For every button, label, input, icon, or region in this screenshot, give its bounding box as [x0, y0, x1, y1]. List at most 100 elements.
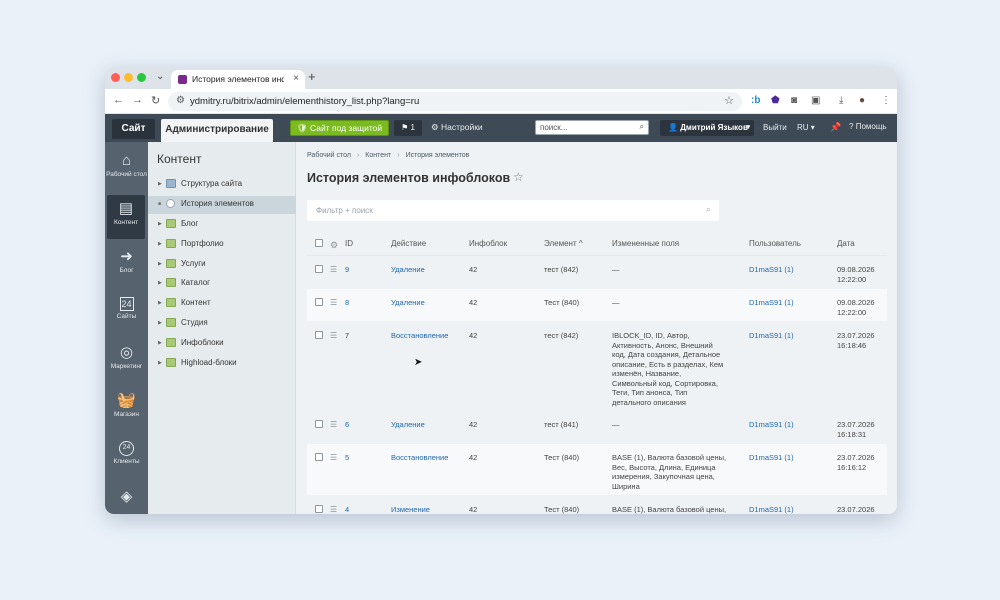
expand-triangle-icon[interactable]: ▶: [158, 360, 162, 366]
chevron-down-icon[interactable]: ▾: [746, 120, 750, 136]
tree-item-studio[interactable]: ▶ Студия: [148, 315, 296, 333]
table-row[interactable]: ☰ 4 Изменение 42 Тест (840) BASE (1), Ва…: [307, 496, 887, 514]
extensions-puzzle-icon[interactable]: ▣: [811, 95, 820, 106]
browser-tab[interactable]: История элементов инфобл... ×: [171, 70, 305, 89]
row-id[interactable]: 9: [345, 265, 349, 275]
tree-item-highload[interactable]: ▶ Highload-блоки: [148, 355, 296, 373]
nav-marketing[interactable]: ◎ Маркетинг: [105, 339, 148, 383]
column-changed-fields[interactable]: Измененные поля: [612, 239, 679, 249]
logout-link[interactable]: Выйти: [763, 123, 787, 132]
table-row[interactable]: ☰ 9 Удаление 42 тест (842) — D1maS91 (1)…: [307, 256, 887, 289]
row-checkbox[interactable]: [315, 505, 323, 513]
row-user[interactable]: D1maS91 (1): [749, 331, 794, 341]
site-info-icon[interactable]: ⚙: [176, 95, 185, 106]
row-checkbox[interactable]: [315, 453, 323, 461]
nav-sites[interactable]: 24 Сайты: [105, 291, 148, 335]
settings-button[interactable]: ⚙ Настройки: [431, 122, 483, 133]
bookmark-star-icon[interactable]: ☆: [724, 94, 734, 107]
row-menu-icon[interactable]: ☰: [330, 505, 337, 514]
row-checkbox[interactable]: [315, 420, 323, 428]
row-menu-icon[interactable]: ☰: [330, 453, 337, 462]
url-field[interactable]: ⚙ ydmitry.ru/bitrix/admin/elementhistory…: [168, 92, 742, 111]
help-button[interactable]: ? Помощь: [849, 122, 887, 131]
tree-item-content[interactable]: ▶ Контент: [148, 295, 296, 313]
row-user[interactable]: D1maS91 (1): [749, 420, 794, 430]
row-menu-icon[interactable]: ☰: [330, 420, 337, 429]
profile-avatar-icon[interactable]: ●: [859, 95, 865, 106]
row-id[interactable]: 6: [345, 420, 349, 430]
user-menu-button[interactable]: 👤 Дмитрий Языков ▾: [660, 120, 754, 136]
row-menu-icon[interactable]: ☰: [330, 298, 337, 307]
tree-item-services[interactable]: ▶ Услуги: [148, 256, 296, 274]
tree-item-catalog[interactable]: ▶ Каталог: [148, 275, 296, 293]
site-tab[interactable]: Сайт: [112, 119, 155, 139]
new-tab-button[interactable]: +: [308, 69, 316, 84]
search-icon[interactable]: ⌕: [640, 122, 644, 132]
table-row[interactable]: ☰ 7 Восстановление 42 тест (842) IBLOCK_…: [307, 322, 887, 411]
column-iblock[interactable]: Инфоблок: [469, 239, 507, 249]
row-menu-icon[interactable]: ☰: [330, 265, 337, 274]
nav-blog[interactable]: ➜ Блог: [105, 243, 148, 287]
breadcrumb-desktop[interactable]: Рабочий стол: [307, 152, 351, 159]
row-user[interactable]: D1maS91 (1): [749, 505, 794, 514]
row-checkbox[interactable]: [315, 265, 323, 273]
expand-triangle-icon[interactable]: ▶: [158, 280, 162, 286]
row-checkbox[interactable]: [315, 298, 323, 306]
table-row[interactable]: ☰ 5 Восстановление 42 Тест (840) BASE (1…: [307, 444, 887, 496]
tab-close-icon[interactable]: ×: [293, 73, 299, 84]
expand-triangle-icon[interactable]: ▶: [158, 340, 162, 346]
filter-search-input[interactable]: Фильтр + поиск ⌕: [307, 200, 719, 221]
download-icon[interactable]: ⤓: [839, 95, 843, 106]
nav-shop[interactable]: 🧺 Магазин: [105, 387, 148, 431]
notifications-button[interactable]: ⚑ 1: [394, 120, 422, 136]
favorite-star-icon[interactable]: ☆: [513, 170, 524, 184]
tab-list-chevron-icon[interactable]: ⌄: [156, 71, 164, 82]
table-row[interactable]: ☰ 8 Удаление 42 Тест (840) — D1maS91 (1)…: [307, 289, 887, 322]
column-date[interactable]: Дата: [837, 239, 855, 249]
row-id[interactable]: 4: [345, 505, 349, 514]
row-menu-icon[interactable]: ☰: [330, 331, 337, 340]
breadcrumb-content[interactable]: Контент: [365, 152, 391, 159]
row-action[interactable]: Удаление: [391, 265, 425, 275]
nav-clients[interactable]: 24 Клиенты: [105, 435, 148, 479]
back-icon[interactable]: ←: [113, 94, 124, 106]
expand-triangle-icon[interactable]: ▶: [158, 221, 162, 227]
maximize-window-button[interactable]: [137, 73, 146, 82]
table-row[interactable]: ☰ 6 Удаление 42 тест (841) — D1maS91 (1)…: [307, 411, 887, 444]
tree-item-blog[interactable]: ▶ Блог: [148, 216, 296, 234]
language-select[interactable]: RU ▾: [797, 123, 815, 132]
expand-triangle-icon[interactable]: ▶: [158, 261, 162, 267]
browser-menu-icon[interactable]: ⋮: [881, 95, 891, 106]
row-action[interactable]: Восстановление: [391, 331, 448, 341]
extension-badge-icon[interactable]: ⬟: [771, 95, 780, 106]
tree-item-structure[interactable]: ▶ Структура сайта: [148, 176, 296, 194]
close-window-button[interactable]: [111, 73, 120, 82]
row-action[interactable]: Удаление: [391, 420, 425, 430]
row-id[interactable]: 8: [345, 298, 349, 308]
nav-content[interactable]: ▤ Контент: [107, 195, 145, 239]
minimize-window-button[interactable]: [124, 73, 133, 82]
expand-triangle-icon[interactable]: ▶: [158, 241, 162, 247]
row-user[interactable]: D1maS91 (1): [749, 298, 794, 308]
nav-desktop[interactable]: ⌂ Рабочий стол: [105, 147, 148, 191]
row-user[interactable]: D1maS91 (1): [749, 453, 794, 463]
tree-item-history[interactable]: ■ История элементов: [148, 196, 296, 214]
admin-tab[interactable]: Администрирование: [161, 119, 273, 142]
extension-icon[interactable]: :b: [751, 95, 760, 106]
expand-triangle-icon[interactable]: ▶: [158, 320, 162, 326]
select-all-checkbox[interactable]: [315, 239, 323, 247]
nav-more[interactable]: ◈: [105, 483, 148, 514]
search-icon[interactable]: ⌕: [706, 204, 711, 215]
tree-item-iblocks[interactable]: ▶ Инфоблоки: [148, 335, 296, 353]
pin-icon[interactable]: 📌: [830, 122, 841, 133]
column-id[interactable]: ID: [345, 239, 353, 249]
reload-icon[interactable]: ↻: [151, 94, 160, 107]
row-action[interactable]: Изменение: [391, 505, 430, 514]
column-element[interactable]: Элемент ^: [544, 239, 583, 249]
row-user[interactable]: D1maS91 (1): [749, 265, 794, 275]
column-action[interactable]: Действие: [391, 239, 426, 249]
admin-search-input[interactable]: поиск... ⌕: [535, 120, 649, 135]
tree-item-portfolio[interactable]: ▶ Портфолио: [148, 236, 296, 254]
expand-triangle-icon[interactable]: ▶: [158, 300, 162, 306]
forward-icon[interactable]: →: [132, 94, 143, 106]
